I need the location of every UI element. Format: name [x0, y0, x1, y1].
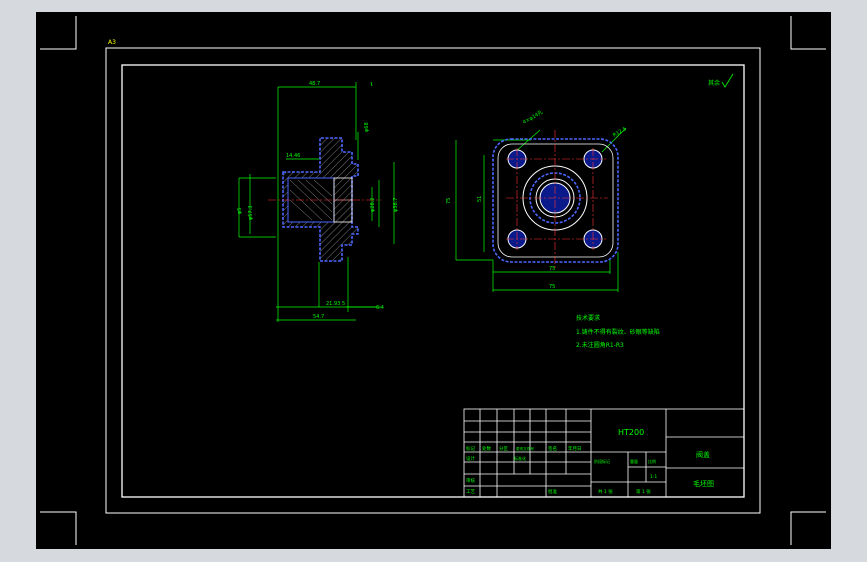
dim-left-bottom1: 21.93: [326, 301, 340, 307]
dim-left-step: φ68: [364, 122, 370, 132]
sign-label-standard: 标准化: [514, 455, 526, 461]
corner-mark-text: A3: [108, 39, 116, 46]
stage-label: 阶段标记: [594, 458, 610, 464]
weight-label: 重量: [630, 458, 638, 464]
col-label-date: 年月日: [568, 445, 582, 452]
dim-right-radius: R12.5: [612, 126, 628, 139]
dim-left-top-width: 48.7: [309, 81, 320, 87]
drawing-svg: A3 其余 48.7 14.46 φ68 φ5 φ57.3 φ28.2 φ36.…: [40, 16, 826, 545]
dim-left-bottom3: 6.4: [376, 305, 384, 311]
col-label-change-doc: 更改文件号: [516, 446, 534, 451]
sheet-total: 共 1 张: [598, 488, 613, 495]
col-label-count: 处数: [482, 445, 491, 452]
sign-label-approve: 批准: [548, 488, 557, 495]
dim-right-hole-callout: 4×φ14孔: [522, 109, 545, 126]
scale-value: 1:1: [650, 474, 657, 480]
plan-view: 4×φ14孔 R12.5 75 51 75 75: [446, 109, 628, 292]
inner-frame: [121, 64, 745, 498]
dim-left-bore1: φ57.3: [248, 206, 254, 220]
trim-mark-bottom-left: [40, 511, 77, 545]
dim-left-flange-thk: 14.46: [286, 153, 300, 159]
dim-right-width-inner: 75: [549, 266, 555, 272]
dim-right-width-outer: 75: [549, 284, 555, 290]
dim-right-height-inner: 51: [477, 196, 483, 202]
tech-requirements: 技术要求 1.铸件不得有裂纹、砂眼等缺陷 2.未注圆角R1-R3: [576, 314, 660, 349]
cad-drawing-canvas[interactable]: A3 其余 48.7 14.46 φ68 φ5 φ57.3 φ28.2 φ36.…: [36, 12, 831, 549]
roughness-text: 其余: [708, 79, 720, 87]
title-block: 标记 处数 分区 更改文件号 签名 年月日 设计 标准化 审核 工艺 批准 HT…: [463, 408, 745, 498]
dim-left-bottom-total: 54.7: [313, 314, 324, 320]
roughness-symbol-icon: [721, 73, 734, 88]
section-view: 48.7 14.46 φ68 φ5 φ57.3 φ28.2 φ36.7 21.9…: [237, 81, 399, 322]
scale-label: 比例: [648, 458, 656, 464]
col-label-zone: 分区: [499, 445, 508, 452]
sign-label-review: 审核: [466, 477, 475, 484]
tech-requirements-title: 技术要求: [576, 314, 600, 322]
col-label-mark: 标记: [466, 445, 475, 452]
trim-mark-bottom-right: [790, 511, 826, 545]
sign-label-process: 工艺: [466, 489, 475, 495]
sign-label-design: 设计: [466, 455, 475, 462]
part-name-bottom: 毛坯图: [693, 479, 714, 488]
col-label-sign: 签名: [548, 445, 557, 452]
dim-left-inner1: φ28.2: [370, 198, 376, 212]
roughness-note: 其余: [708, 73, 734, 88]
outer-frame: [105, 47, 761, 514]
dim-right-height-outer: 75: [446, 198, 452, 204]
material-text: HT200: [618, 428, 644, 437]
dim-left-bottom2: 5: [342, 301, 345, 307]
trim-mark-top-right: [790, 16, 826, 50]
tech-requirement-1: 1.铸件不得有裂纹、砂眼等缺陷: [576, 328, 660, 336]
trim-mark-top-left: [40, 16, 77, 50]
trim-marks: [40, 16, 826, 545]
part-name-top: 阀盖: [696, 450, 710, 459]
tech-requirement-2: 2.未注圆角R1-R3: [576, 341, 624, 349]
dim-left-side: φ5: [237, 208, 243, 214]
sheet-number: 第 1 张: [636, 488, 651, 495]
dim-left-inner2: φ36.7: [393, 198, 399, 212]
